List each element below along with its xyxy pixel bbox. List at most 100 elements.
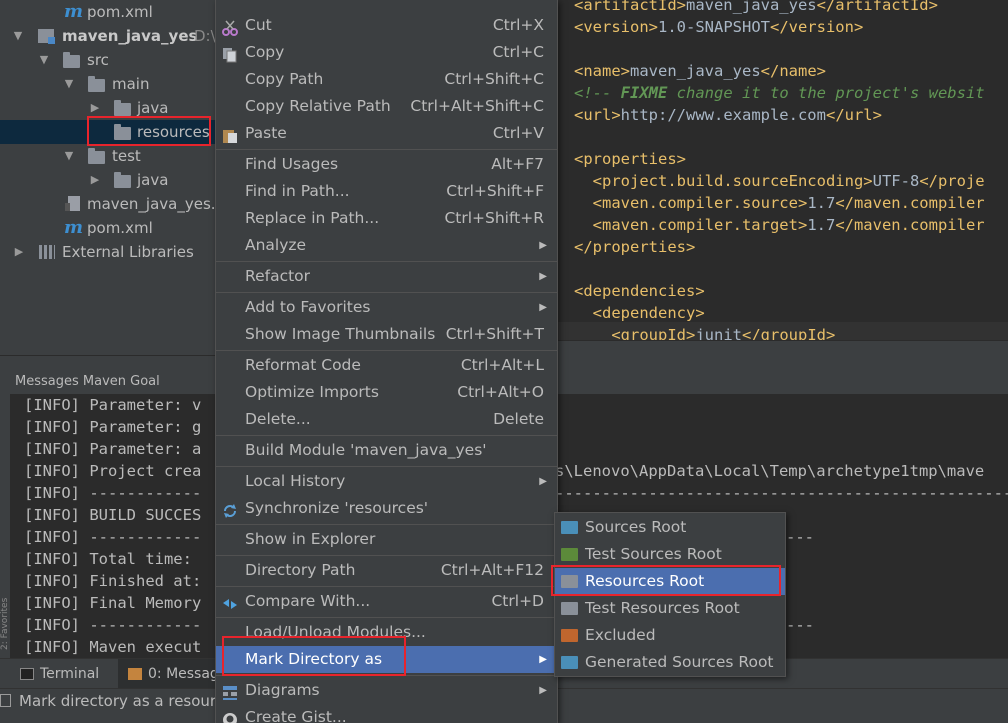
messages-header-filler bbox=[558, 370, 1008, 394]
excluded-icon bbox=[561, 629, 578, 642]
menu-item-show-in-explorer[interactable]: Show in Explorer bbox=[216, 526, 557, 553]
menu-item-copy[interactable]: Copy Ctrl+C bbox=[216, 39, 557, 66]
menu-item-label: Create Gist... bbox=[245, 708, 347, 723]
editor-divider bbox=[558, 340, 1008, 370]
menu-item-analyze[interactable]: Analyze ▶ bbox=[216, 232, 557, 259]
code-line: <name>maven_java_yes</name> bbox=[574, 62, 826, 80]
submenu-item-test-resources-root[interactable]: Test Resources Root bbox=[555, 595, 785, 622]
menu-item-label: Directory Path bbox=[245, 561, 356, 579]
compare-icon bbox=[222, 594, 238, 610]
console-line: [INFO] Parameter: a bbox=[24, 440, 202, 458]
panel-splitter[interactable] bbox=[0, 355, 215, 370]
code-line: </properties> bbox=[574, 238, 696, 256]
menu-item-diagrams[interactable]: Diagrams ▶ bbox=[216, 677, 557, 704]
console-dashes: --- bbox=[786, 528, 814, 546]
menu-item-label: Diagrams bbox=[245, 681, 320, 699]
expand-arrow-icon[interactable]: ▼ bbox=[38, 48, 50, 72]
project-tool-window: m pom.xml ▼ maven_java_yes D:\ ▼ src ▼ m… bbox=[0, 0, 215, 355]
menu-item-copy-relative-path[interactable]: Copy Relative Path Ctrl+Alt+Shift+C bbox=[216, 93, 557, 120]
expand-arrow-icon[interactable]: ▼ bbox=[12, 24, 24, 48]
menu-item-cut[interactable]: Cut Ctrl+X bbox=[216, 12, 557, 39]
menu-item-label: Synchronize 'resources' bbox=[245, 499, 429, 517]
menu-item-optimize-imports[interactable]: Optimize Imports Ctrl+Alt+O bbox=[216, 379, 557, 406]
menu-item-refactor[interactable]: Refactor ▶ bbox=[216, 263, 557, 290]
menu-item-label: Paste bbox=[245, 124, 287, 142]
menu-item-build-module-maven-java-yes[interactable]: Build Module 'maven_java_yes' bbox=[216, 437, 557, 464]
console-line: [INFO] ------------ bbox=[24, 484, 202, 502]
menu-item-label: Optimize Imports bbox=[245, 383, 379, 401]
submenu-arrow-icon: ▶ bbox=[539, 240, 547, 251]
code-line: <!-- FIXME change it to the project's we… bbox=[574, 84, 985, 102]
menu-item-add-to-favorites[interactable]: Add to Favorites ▶ bbox=[216, 294, 557, 321]
menu-item-show-image-thumbnails[interactable]: Show Image Thumbnails Ctrl+Shift+T bbox=[216, 321, 557, 348]
status-toggle-icon[interactable] bbox=[0, 694, 11, 707]
menu-item-reformat-code[interactable]: Reformat Code Ctrl+Alt+L bbox=[216, 352, 557, 379]
tab-terminal[interactable]: Terminal bbox=[20, 659, 99, 689]
menu-separator bbox=[216, 149, 557, 150]
expand-arrow-icon[interactable]: ▼ bbox=[63, 144, 75, 168]
menu-item-replace-in-path[interactable]: Replace in Path... Ctrl+Shift+R bbox=[216, 205, 557, 232]
collapse-arrow-icon[interactable]: ▶ bbox=[89, 168, 101, 192]
console-dashes: ----------------------------------------… bbox=[555, 484, 1008, 502]
menu-item-label: Copy Path bbox=[245, 70, 324, 88]
console-line: [INFO] Final Memory bbox=[24, 594, 202, 612]
menu-item-copy-path[interactable]: Copy Path Ctrl+Shift+C bbox=[216, 66, 557, 93]
menu-separator bbox=[216, 261, 557, 262]
menu-item-paste[interactable]: Paste Ctrl+V bbox=[216, 120, 557, 147]
code-line: <project.build.sourceEncoding>UTF-8</pro… bbox=[592, 172, 985, 190]
menu-item-label: Show Image Thumbnails bbox=[245, 325, 436, 343]
menu-item-label: Show in Explorer bbox=[245, 530, 376, 548]
expand-arrow-icon[interactable]: ▼ bbox=[63, 72, 75, 96]
menu-item-label: Reformat Code bbox=[245, 356, 361, 374]
menu-item-shortcut: Delete bbox=[493, 410, 544, 428]
test-sources-root-icon bbox=[561, 548, 578, 561]
menu-separator bbox=[216, 292, 557, 293]
code-line: <maven.compiler.source>1.7</maven.compil… bbox=[592, 194, 985, 212]
menu-separator bbox=[216, 524, 557, 525]
menu-item-shortcut: Alt+F7 bbox=[491, 155, 544, 173]
console-line: [INFO] ------------ bbox=[24, 528, 202, 546]
menu-item-shortcut: Ctrl+D bbox=[491, 592, 544, 610]
menu-item-directory-path[interactable]: Directory Path Ctrl+Alt+F12 bbox=[216, 557, 557, 584]
console-line: [INFO] BUILD SUCCES bbox=[24, 506, 202, 524]
scissors-icon bbox=[222, 18, 238, 36]
tab-messages[interactable]: 0: Messag bbox=[118, 659, 219, 689]
menu-item-label: Replace in Path... bbox=[245, 209, 380, 227]
context-menu: Cut Ctrl+X Copy Ctrl+C Copy Path Ctrl+Shift+C… bbox=[215, 0, 558, 723]
folder-icon bbox=[114, 100, 131, 117]
menu-item-label: Find Usages bbox=[245, 155, 339, 173]
submenu-item-excluded[interactable]: Excluded bbox=[555, 622, 785, 649]
annotation-box-mark-directory bbox=[222, 636, 406, 676]
console-line: [INFO] Total time: bbox=[24, 550, 192, 568]
submenu-item-label: Excluded bbox=[585, 626, 656, 644]
folder-icon bbox=[88, 76, 105, 93]
console-line: [INFO] Parameter: g bbox=[24, 418, 202, 436]
console-line: [INFO] Project crea bbox=[24, 462, 202, 480]
menu-separator bbox=[216, 435, 557, 436]
code-line: <url>http://www.example.com</url> bbox=[574, 106, 882, 124]
github-icon bbox=[222, 710, 238, 723]
console-dashes: --- bbox=[786, 616, 814, 634]
menu-item-compare-with[interactable]: Compare With... Ctrl+D bbox=[216, 588, 557, 615]
favorites-strip[interactable]: 2: Favorites bbox=[0, 550, 10, 650]
console-line: [INFO] Parameter: v bbox=[24, 396, 202, 414]
console-line: [INFO] Maven execut bbox=[24, 638, 202, 656]
submenu-item-sources-root[interactable]: Sources Root bbox=[555, 514, 785, 541]
menu-item-local-history[interactable]: Local History ▶ bbox=[216, 468, 557, 495]
menu-item-delete[interactable]: Delete... Delete bbox=[216, 406, 557, 433]
menu-item-find-usages[interactable]: Find Usages Alt+F7 bbox=[216, 151, 557, 178]
code-line: <artifactId>maven_java_yes</artifactId> bbox=[574, 0, 938, 14]
menu-item-shortcut: Ctrl+Shift+C bbox=[444, 70, 544, 88]
pom-xml-editor[interactable]: <artifactId>maven_java_yes</artifactId> <… bbox=[558, 0, 1008, 340]
console-line: [INFO] ------------ bbox=[24, 616, 202, 634]
submenu-item-generated-sources-root[interactable]: Generated Sources Root bbox=[555, 649, 785, 676]
paste-icon bbox=[222, 126, 238, 143]
menu-item-create-gist[interactable]: Create Gist... bbox=[216, 704, 557, 723]
code-line: <groupId>junit</groupId> bbox=[611, 326, 836, 340]
menu-item-synchronize-resources[interactable]: Synchronize 'resources' bbox=[216, 495, 557, 522]
menu-item-label: Analyze bbox=[245, 236, 307, 254]
submenu-item-test-sources-root[interactable]: Test Sources Root bbox=[555, 541, 785, 568]
menu-item-find-in-path[interactable]: Find in Path... Ctrl+Shift+F bbox=[216, 178, 557, 205]
collapse-arrow-icon[interactable]: ▶ bbox=[13, 240, 25, 264]
menu-item-label: Copy bbox=[245, 43, 285, 61]
